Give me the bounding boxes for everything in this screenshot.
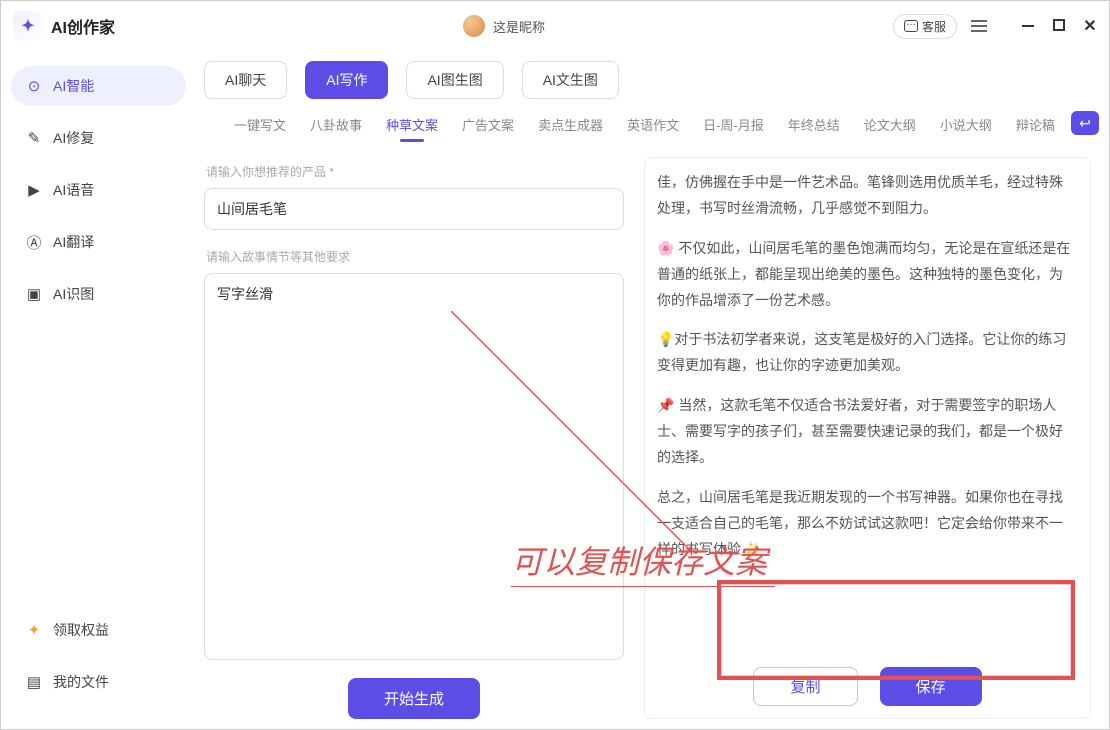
subtab-sellpoint[interactable]: 卖点生成器 xyxy=(538,115,603,142)
sidebar-label: 领取权益 xyxy=(53,620,109,640)
output-scroll[interactable]: 佳，仿佛握在手中是一件艺术品。笔锋则选用优质羊毛，经过特殊处理，书写时丝滑流畅，… xyxy=(647,164,1088,653)
window-controls: ✕ xyxy=(1021,19,1097,33)
generate-button[interactable]: 开始生成 xyxy=(348,678,480,719)
sidebar-label: AI修复 xyxy=(53,128,94,148)
cs-label: 客服 xyxy=(922,18,946,35)
mode-tab-chat[interactable]: AI聊天 xyxy=(204,61,287,99)
minimize-button[interactable] xyxy=(1021,19,1035,33)
sidebar-label: AI翻译 xyxy=(53,232,94,252)
sidebar-item-vision[interactable]: ▣ AI识图 xyxy=(11,274,186,314)
subtab-report[interactable]: 日-周-月报 xyxy=(703,115,764,142)
titlebar-center: 这是昵称 xyxy=(115,15,893,37)
main-panel: AI聊天 AI写作 AI图生图 AI文生图 一键写文 八卦故事 种草文案 广告文… xyxy=(196,51,1109,729)
sidebar-label: 我的文件 xyxy=(53,672,109,692)
app-logo-icon: ✦ xyxy=(13,11,43,41)
subtab-novel[interactable]: 小说大纲 xyxy=(940,115,992,142)
save-button[interactable]: 保存 xyxy=(880,667,982,706)
sidebar-item-files[interactable]: ▤ 我的文件 xyxy=(11,662,186,702)
mode-tab-write[interactable]: AI写作 xyxy=(305,61,388,99)
titlebar: ✦ AI创作家 这是昵称 客服 ✕ xyxy=(1,1,1109,51)
maximize-button[interactable] xyxy=(1053,19,1065,31)
mode-tabs: AI聊天 AI写作 AI图生图 AI文生图 xyxy=(204,61,1091,99)
sidebar-label: AI识图 xyxy=(53,284,94,304)
files-icon: ▤ xyxy=(25,673,43,691)
output-paragraph: 📌 当然，这款毛笔不仅适合书法爱好者，对于需要签字的职场人士、需要写字的孩子们，… xyxy=(657,393,1074,471)
product-input[interactable]: 山间居毛笔 xyxy=(204,188,624,230)
sub-tabs: 一键写文 八卦故事 种草文案 广告文案 卖点生成器 英语作文 日-周-月报 年终… xyxy=(204,99,1091,142)
output-paragraph: 总之，山间居毛笔是我近期发现的一个书写神器。如果你也在寻找一支适合自己的毛笔，那… xyxy=(657,485,1074,563)
output-paragraph: 💡对于书法初学者来说，这支笔是极好的入门选择。它让你的练习变得更加有趣，也让你的… xyxy=(657,327,1074,379)
menu-icon[interactable] xyxy=(971,25,987,27)
subtab-ad[interactable]: 广告文案 xyxy=(462,115,514,142)
output-paragraph: 佳，仿佛握在手中是一件艺术品。笔锋则选用优质羊毛，经过特殊处理，书写时丝滑流畅，… xyxy=(657,170,1074,222)
logo-wrap: ✦ AI创作家 xyxy=(13,11,115,41)
sidebar-item-repair[interactable]: ✎ AI修复 xyxy=(11,118,186,158)
customer-service-button[interactable]: 客服 xyxy=(893,14,957,39)
ai-icon: ⊙ xyxy=(25,77,43,95)
sidebar: ⊙ AI智能 ✎ AI修复 ▶ AI语音 Ⓐ AI翻译 ▣ AI识图 ✦ xyxy=(1,51,196,729)
mode-tab-img2img[interactable]: AI图生图 xyxy=(406,61,503,99)
subtab-yearend[interactable]: 年终总结 xyxy=(788,115,840,142)
body: ⊙ AI智能 ✎ AI修复 ▶ AI语音 Ⓐ AI翻译 ▣ AI识图 ✦ xyxy=(1,51,1109,729)
titlebar-right: 客服 ✕ xyxy=(893,14,1097,39)
input-panel: 请输入你想推荐的产品 * 山间居毛笔 请输入故事情节等其他要求 写字丝滑 开始生… xyxy=(204,157,624,719)
copy-button[interactable]: 复制 xyxy=(753,667,857,706)
app-title: AI创作家 xyxy=(51,14,115,38)
extra-label: 请输入故事情节等其他要求 xyxy=(206,248,624,265)
sidebar-label: AI语音 xyxy=(53,180,94,200)
user-nickname: 这是昵称 xyxy=(493,17,545,36)
subtab-debate[interactable]: 辩论稿 xyxy=(1016,115,1055,142)
output-panel: 佳，仿佛握在手中是一件艺术品。笔锋则选用优质羊毛，经过特殊处理，书写时丝滑流畅，… xyxy=(644,157,1091,719)
app-window: ✦ AI创作家 这是昵称 客服 ✕ ⊙ AI智能 xyxy=(0,0,1110,730)
extra-textarea[interactable]: 写字丝滑 xyxy=(204,273,624,660)
subtab-gossip[interactable]: 八卦故事 xyxy=(310,115,362,142)
sidebar-item-ai-smart[interactable]: ⊙ AI智能 xyxy=(11,66,186,106)
output-actions: 复制 保存 xyxy=(653,653,1082,712)
sidebar-label: AI智能 xyxy=(53,76,94,96)
translate-icon: Ⓐ xyxy=(25,233,43,251)
sidebar-item-voice[interactable]: ▶ AI语音 xyxy=(11,170,186,210)
vision-icon: ▣ xyxy=(25,285,43,303)
close-button[interactable]: ✕ xyxy=(1083,19,1097,33)
redo-button[interactable]: ↩ xyxy=(1071,111,1099,135)
sidebar-item-benefits[interactable]: ✦ 领取权益 xyxy=(11,610,186,650)
output-paragraph: 🌸 不仅如此，山间居毛笔的墨色饱满而均匀，无论是在宣纸还是在普通的纸张上，都能呈… xyxy=(657,236,1074,314)
user-avatar[interactable] xyxy=(463,15,485,37)
benefits-icon: ✦ xyxy=(25,621,43,639)
subtab-seed[interactable]: 种草文案 xyxy=(386,115,438,142)
mode-tab-txt2img[interactable]: AI文生图 xyxy=(522,61,619,99)
product-label: 请输入你想推荐的产品 * xyxy=(206,163,624,180)
subtab-english[interactable]: 英语作文 xyxy=(627,115,679,142)
repair-icon: ✎ xyxy=(25,129,43,147)
subtab-oneclick[interactable]: 一键写文 xyxy=(234,115,286,142)
content-row: 请输入你想推荐的产品 * 山间居毛笔 请输入故事情节等其他要求 写字丝滑 开始生… xyxy=(204,157,1091,719)
sidebar-item-translate[interactable]: Ⓐ AI翻译 xyxy=(11,222,186,262)
subtab-thesis[interactable]: 论文大纲 xyxy=(864,115,916,142)
chat-icon xyxy=(904,20,918,32)
voice-icon: ▶ xyxy=(25,181,43,199)
